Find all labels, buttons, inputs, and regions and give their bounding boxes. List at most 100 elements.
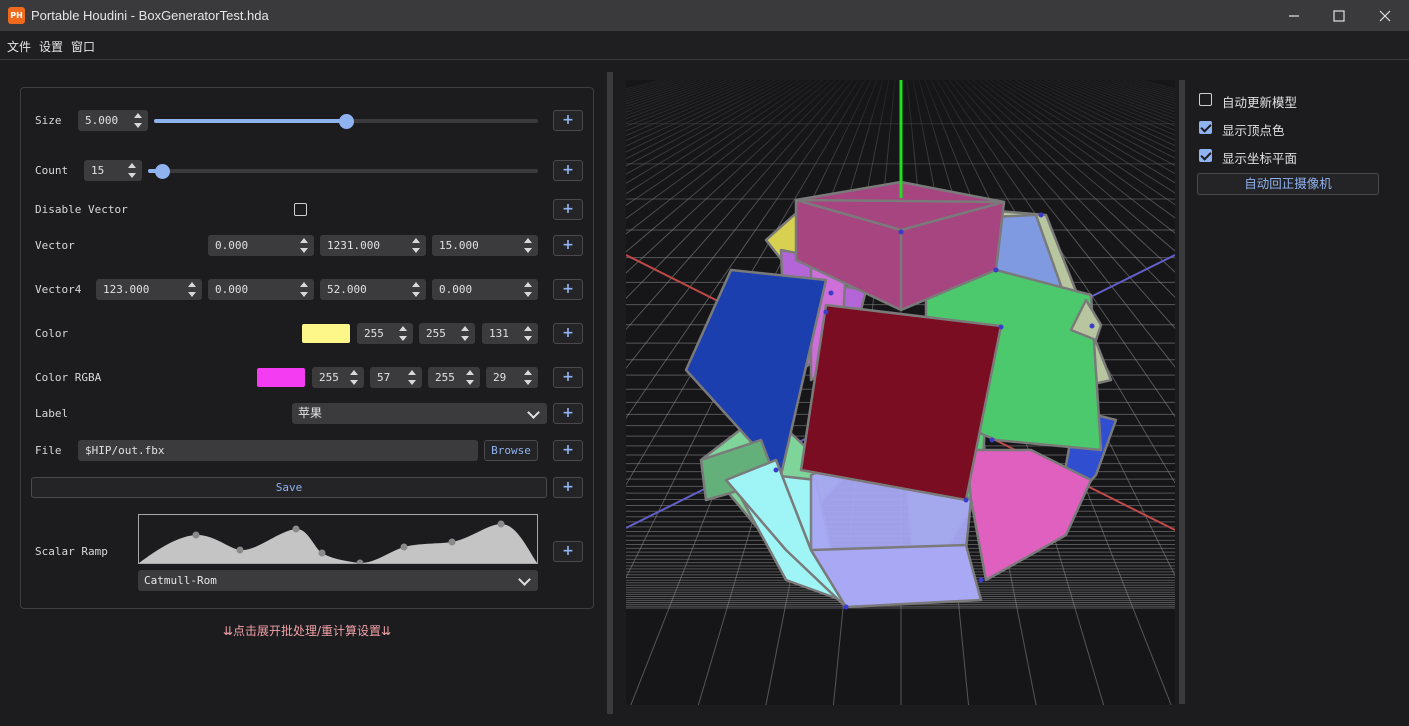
label-label: Label	[35, 407, 69, 420]
vector4-y-spinbox[interactable]: 0.000	[208, 279, 314, 300]
count-slider-handle[interactable]	[154, 164, 170, 179]
spin-arrows-icon[interactable]	[350, 369, 359, 386]
window-title: Portable Houdini - BoxGeneratorTest.hda	[31, 8, 269, 23]
size-add-button[interactable]: +	[553, 110, 583, 131]
color-rgba-add-button[interactable]: +	[553, 367, 583, 388]
spin-arrows-icon[interactable]	[412, 281, 421, 298]
count-label: Count	[35, 164, 69, 177]
vector4-z-spinbox[interactable]: 52.000	[320, 279, 426, 300]
color-swatch[interactable]	[302, 324, 350, 343]
color-rgba-swatch[interactable]	[257, 368, 305, 387]
vector4-z-value: 52.000	[327, 283, 367, 296]
color-rgba-b-value: 255	[435, 371, 455, 384]
show-grid-checkbox[interactable]	[1199, 149, 1212, 162]
color-r-spinbox[interactable]: 255	[357, 323, 413, 344]
auto-update-checkbox[interactable]	[1199, 93, 1212, 106]
count-add-button[interactable]: +	[553, 160, 583, 181]
file-add-button[interactable]: +	[553, 440, 583, 461]
color-rgba-g-value: 57	[377, 371, 391, 384]
color-b-value: 131	[489, 327, 509, 340]
ramp-interpolation-value: Catmull-Rom	[144, 574, 217, 587]
left-splitter[interactable]	[607, 72, 613, 714]
vector4-y-value: 0.000	[215, 283, 249, 296]
color-label: Color	[35, 327, 69, 340]
label-dropdown[interactable]: 苹果	[292, 403, 547, 424]
3d-viewport[interactable]	[626, 80, 1175, 705]
vector4-add-button[interactable]: +	[553, 279, 583, 300]
app-logo-icon: PH	[8, 7, 25, 24]
close-button[interactable]	[1362, 0, 1408, 31]
count-spinbox[interactable]: 15	[84, 160, 142, 181]
chevron-down-icon	[518, 573, 531, 586]
disable-vector-checkbox[interactable]	[294, 203, 307, 216]
menu-window[interactable]: 窗口	[71, 38, 95, 55]
spin-arrows-icon[interactable]	[524, 237, 533, 254]
spin-arrows-icon[interactable]	[412, 237, 421, 254]
vector4-w-spinbox[interactable]: 0.000	[432, 279, 538, 300]
vector-x-spinbox[interactable]: 0.000	[208, 235, 314, 256]
spin-arrows-icon[interactable]	[300, 281, 309, 298]
label-add-button[interactable]: +	[553, 403, 583, 424]
color-add-button[interactable]: +	[553, 323, 583, 344]
save-add-button[interactable]: +	[553, 477, 583, 498]
vector-z-value: 15.000	[439, 239, 479, 252]
size-slider-handle[interactable]	[339, 114, 354, 129]
vector4-x-value: 123.000	[103, 283, 150, 296]
show-vertex-color-label: 显示顶点色	[1222, 123, 1285, 138]
maximize-icon	[1333, 10, 1345, 22]
size-slider-fill	[154, 119, 346, 123]
vector-add-button[interactable]: +	[553, 235, 583, 256]
spin-arrows-icon[interactable]	[399, 325, 408, 342]
ramp-interpolation-dropdown[interactable]: Catmull-Rom	[138, 570, 538, 591]
color-rgba-b-spinbox[interactable]: 255	[428, 367, 480, 388]
spin-arrows-icon[interactable]	[134, 112, 143, 129]
label-dropdown-value: 苹果	[298, 406, 323, 420]
vector-y-spinbox[interactable]: 1231.000	[320, 235, 426, 256]
title-bar: PH Portable Houdini - BoxGeneratorTest.h…	[0, 0, 1409, 31]
scalar-ramp-editor[interactable]	[138, 514, 538, 564]
spin-arrows-icon[interactable]	[524, 369, 533, 386]
spin-arrows-icon[interactable]	[128, 162, 137, 179]
right-splitter[interactable]	[1179, 80, 1185, 704]
disable-vector-add-button[interactable]: +	[553, 199, 583, 220]
spin-arrows-icon[interactable]	[524, 281, 533, 298]
browse-button[interactable]: Browse	[484, 440, 538, 461]
spin-arrows-icon[interactable]	[466, 369, 475, 386]
color-g-value: 255	[426, 327, 446, 340]
color-rgba-a-spinbox[interactable]: 29	[486, 367, 538, 388]
size-value: 5.000	[85, 114, 119, 127]
color-r-value: 255	[364, 327, 384, 340]
color-g-spinbox[interactable]: 255	[419, 323, 475, 344]
spin-arrows-icon[interactable]	[524, 325, 533, 342]
file-path-input[interactable]: $HIP/out.fbx	[78, 440, 478, 461]
expand-batch-settings-link[interactable]: ⇊点击展开批处理/重计算设置⇊	[0, 622, 614, 639]
count-value: 15	[91, 164, 105, 177]
file-label: File	[35, 444, 62, 457]
chevron-down-icon	[527, 406, 540, 419]
size-label: Size	[35, 114, 62, 127]
reset-camera-button[interactable]: 自动回正摄像机	[1197, 173, 1379, 195]
color-rgba-label: Color RGBA	[35, 371, 102, 384]
menu-file[interactable]: 文件	[7, 38, 31, 55]
spin-arrows-icon[interactable]	[188, 281, 197, 298]
scalar-ramp-label: Scalar Ramp	[35, 545, 108, 558]
spin-arrows-icon[interactable]	[461, 325, 470, 342]
vector4-x-spinbox[interactable]: 123.000	[96, 279, 202, 300]
spin-arrows-icon[interactable]	[408, 369, 417, 386]
color-b-spinbox[interactable]: 131	[482, 323, 538, 344]
color-rgba-r-spinbox[interactable]: 255	[312, 367, 364, 388]
show-grid-label: 显示坐标平面	[1222, 151, 1298, 166]
count-slider[interactable]	[148, 169, 538, 173]
show-vertex-color-checkbox[interactable]	[1199, 121, 1212, 134]
scalar-ramp-add-button[interactable]: +	[553, 541, 583, 562]
size-spinbox[interactable]: 5.000	[78, 110, 148, 131]
spin-arrows-icon[interactable]	[300, 237, 309, 254]
maximize-button[interactable]	[1316, 0, 1362, 31]
color-rgba-g-spinbox[interactable]: 57	[370, 367, 422, 388]
minimize-button[interactable]	[1271, 0, 1317, 31]
save-button[interactable]: Save	[31, 477, 547, 498]
disable-vector-label: Disable Vector	[35, 203, 128, 216]
menu-settings[interactable]: 设置	[39, 38, 63, 55]
vector-z-spinbox[interactable]: 15.000	[432, 235, 538, 256]
vector-y-value: 1231.000	[327, 239, 380, 252]
